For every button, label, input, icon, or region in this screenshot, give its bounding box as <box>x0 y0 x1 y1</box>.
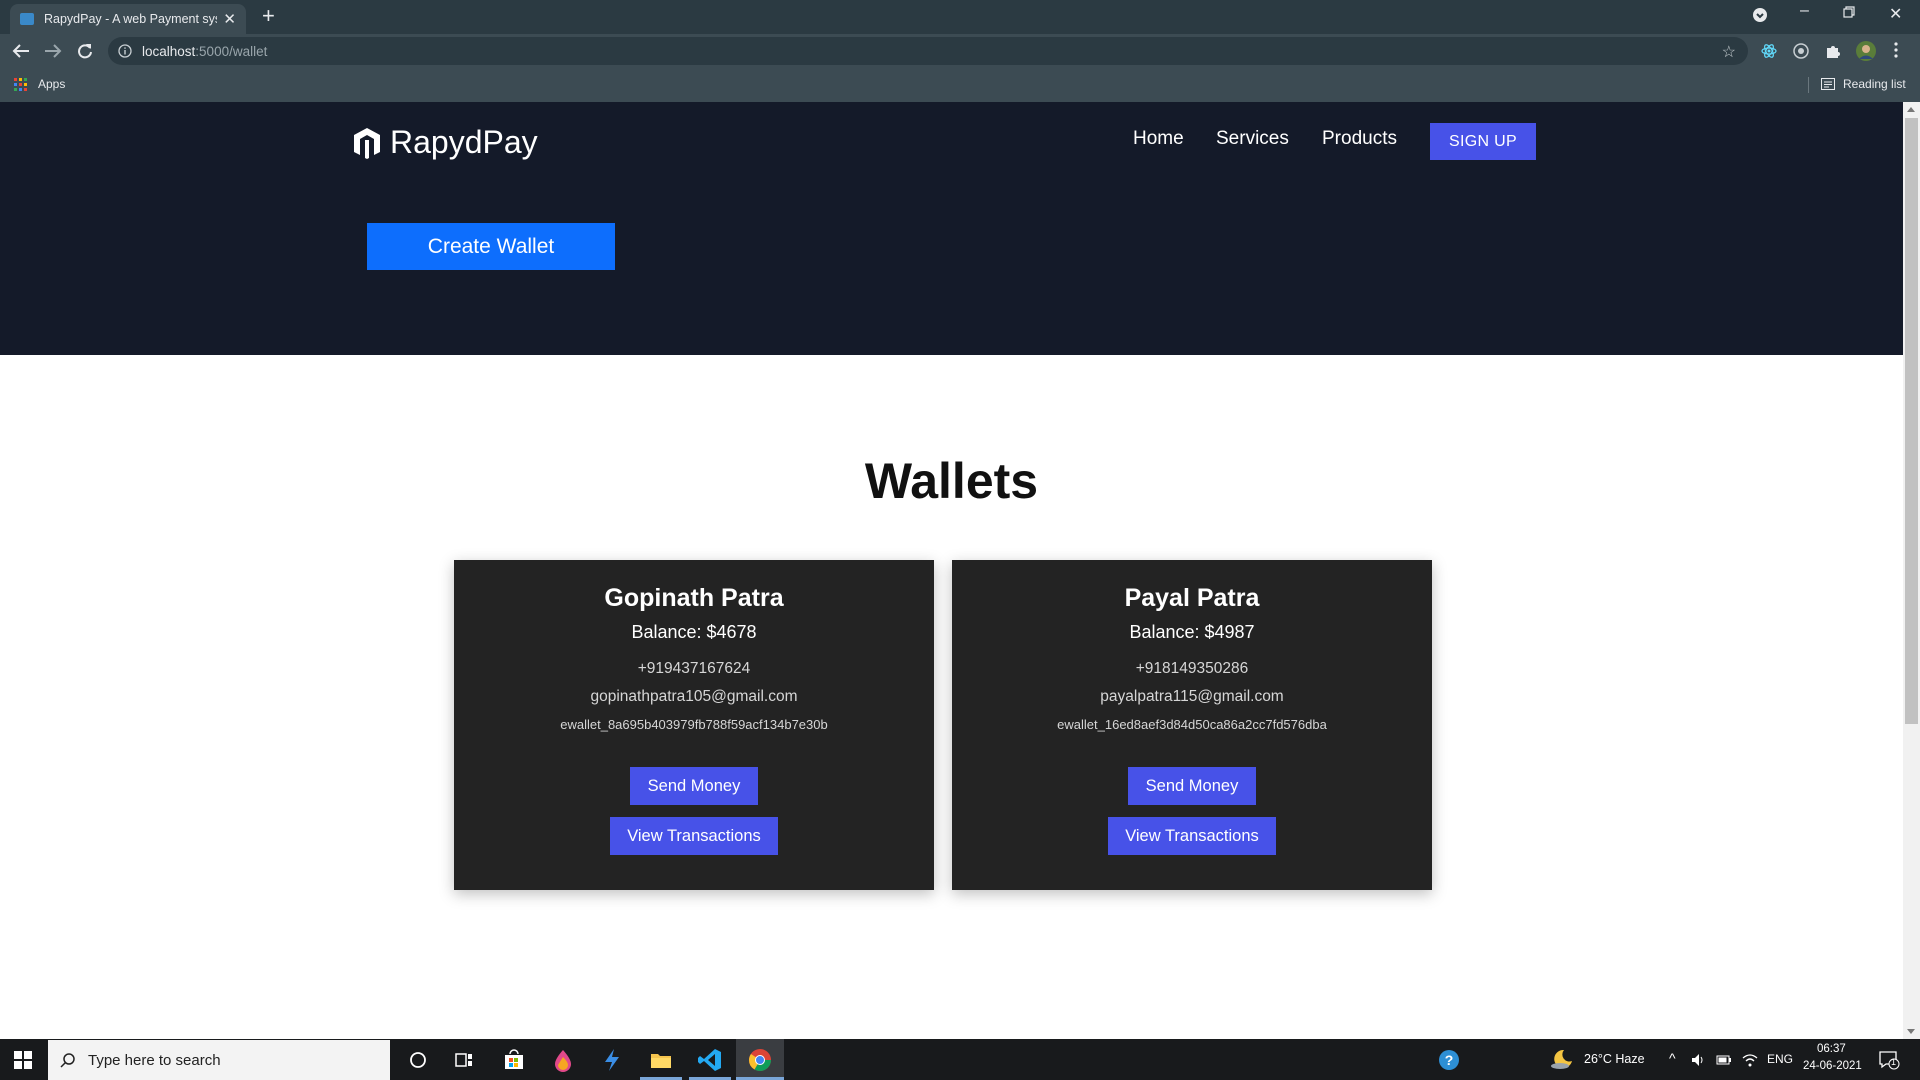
browser-menu-icon[interactable] <box>1894 42 1898 58</box>
microsoft-store-icon[interactable] <box>501 1047 527 1073</box>
taskbar-search-box[interactable]: Type here to search <box>48 1040 390 1080</box>
vscode-icon[interactable] <box>697 1047 723 1073</box>
wallet-email: gopinathpatra105@gmail.com <box>590 688 798 705</box>
url-host: localhost <box>142 44 196 59</box>
apps-bookmark[interactable]: Apps <box>38 77 65 91</box>
reload-icon[interactable] <box>77 43 93 59</box>
help-icon[interactable]: ? <box>1436 1047 1462 1073</box>
extensions-puzzle-icon[interactable] <box>1825 43 1841 59</box>
volume-icon[interactable] <box>1690 1052 1706 1068</box>
bookmark-star-icon[interactable]: ☆ <box>1722 42 1736 62</box>
send-money-button[interactable]: Send Money <box>1128 767 1256 805</box>
apps-grid-icon[interactable] <box>14 78 27 91</box>
page-scrollbar[interactable] <box>1903 102 1920 1039</box>
tab-title: RapydPay - A web Payment syste <box>44 12 218 26</box>
windows-start-icon[interactable] <box>14 1051 32 1069</box>
wallet-owner-name: Gopinath Patra <box>604 584 784 612</box>
profile-avatar-icon[interactable] <box>1855 40 1877 62</box>
wallet-balance: Balance: $4678 <box>631 622 757 642</box>
create-wallet-button[interactable]: Create Wallet <box>367 223 615 270</box>
view-transactions-button[interactable]: View Transactions <box>1108 817 1276 855</box>
wifi-icon[interactable] <box>1742 1052 1758 1068</box>
android-studio-icon[interactable] <box>599 1047 625 1073</box>
browser-tab[interactable]: RapydPay - A web Payment syste ✕ <box>10 4 246 34</box>
minimize-icon[interactable]: – <box>1800 2 1809 20</box>
profile-menu-icon[interactable] <box>1752 7 1768 23</box>
nav-home[interactable]: Home <box>1133 128 1184 150</box>
bookmarks-divider <box>1808 77 1809 93</box>
weather-moon-icon[interactable] <box>1550 1048 1576 1074</box>
scroll-down-arrow-icon[interactable] <box>1907 1029 1915 1034</box>
brand-logo[interactable]: RapydPay <box>352 124 538 161</box>
clock-time[interactable]: 06:37 <box>1817 1043 1846 1055</box>
color-app-icon[interactable] <box>550 1047 576 1073</box>
chrome-icon[interactable] <box>747 1047 773 1073</box>
reading-list-icon[interactable] <box>1821 78 1835 90</box>
url-path: :5000/wallet <box>195 44 268 59</box>
wallet-id: ewallet_8a695b403979fb788f59acf134b7e30b <box>560 717 828 732</box>
file-explorer-icon[interactable] <box>648 1047 674 1073</box>
battery-icon[interactable] <box>1716 1053 1732 1067</box>
nav-products[interactable]: Products <box>1322 128 1397 150</box>
task-view-icon[interactable] <box>451 1047 477 1073</box>
rapydpay-logo-icon <box>354 127 380 159</box>
wallet-owner-name: Payal Patra <box>1124 584 1260 612</box>
page-title: Wallets <box>864 453 1039 509</box>
forward-icon[interactable] <box>44 43 62 59</box>
new-tab-icon[interactable]: + <box>262 5 275 27</box>
hero-header: RapydPay Home Services Products SIGN UP … <box>0 102 1903 355</box>
windows-taskbar: Type here to search ? 26°C Haze ^ ENG 06… <box>0 1039 1920 1080</box>
brand-name: RapydPay <box>390 124 538 160</box>
bookmarks-bar: Apps Reading list <box>0 68 1920 102</box>
react-devtools-extension-icon[interactable] <box>1761 43 1777 59</box>
site-favicon-icon <box>20 13 34 25</box>
page-viewport: RapydPay Home Services Products SIGN UP … <box>0 102 1903 1039</box>
wallet-phone: +918149350286 <box>1135 660 1249 677</box>
svg-text:?: ? <box>1445 1052 1454 1068</box>
wallet-balance: Balance: $4987 <box>1129 622 1255 642</box>
wallet-id: ewallet_16ed8aef3d84d50ca86a2cc7fd576dba <box>1057 717 1327 732</box>
browser-toolbar: localhost:5000/wallet ☆ <box>0 34 1920 68</box>
tray-expand-icon[interactable]: ^ <box>1669 1050 1676 1066</box>
nav-services[interactable]: Services <box>1216 128 1289 150</box>
reading-list-button[interactable]: Reading list <box>1843 77 1906 91</box>
address-bar[interactable]: localhost:5000/wallet ☆ <box>108 37 1748 65</box>
language-indicator[interactable]: ENG <box>1767 1052 1793 1066</box>
site-info-icon[interactable] <box>118 44 132 58</box>
wallet-email: payalpatra115@gmail.com <box>1100 688 1284 705</box>
notification-count: 1 <box>1891 1057 1897 1067</box>
wallet-card: Payal Patra Balance: $4987 +918149350286… <box>952 560 1432 890</box>
notification-center-icon[interactable]: 1 <box>1878 1050 1900 1070</box>
search-icon <box>60 1052 76 1068</box>
close-window-icon[interactable]: ✕ <box>1889 4 1902 24</box>
tab-close-icon[interactable]: ✕ <box>223 12 236 27</box>
extension-circle-icon[interactable] <box>1793 43 1809 59</box>
browser-tab-strip: RapydPay - A web Payment syste ✕ + – ✕ <box>0 0 1920 34</box>
clock-date[interactable]: 24-06-2021 <box>1803 1060 1862 1072</box>
wallet-card: Gopinath Patra Balance: $4678 +919437167… <box>454 560 934 890</box>
weather-text[interactable]: 26°C Haze <box>1584 1052 1645 1066</box>
signup-button[interactable]: SIGN UP <box>1430 123 1536 160</box>
send-money-button[interactable]: Send Money <box>630 767 758 805</box>
url-text: localhost:5000/wallet <box>142 44 267 59</box>
restore-icon[interactable] <box>1843 6 1855 18</box>
view-transactions-button[interactable]: View Transactions <box>610 817 778 855</box>
scroll-up-arrow-icon[interactable] <box>1907 107 1915 112</box>
back-icon[interactable] <box>12 43 30 59</box>
cortana-icon[interactable] <box>405 1047 431 1073</box>
search-placeholder: Type here to search <box>88 1052 221 1069</box>
scroll-thumb[interactable] <box>1905 118 1918 724</box>
wallet-phone: +919437167624 <box>637 660 751 677</box>
